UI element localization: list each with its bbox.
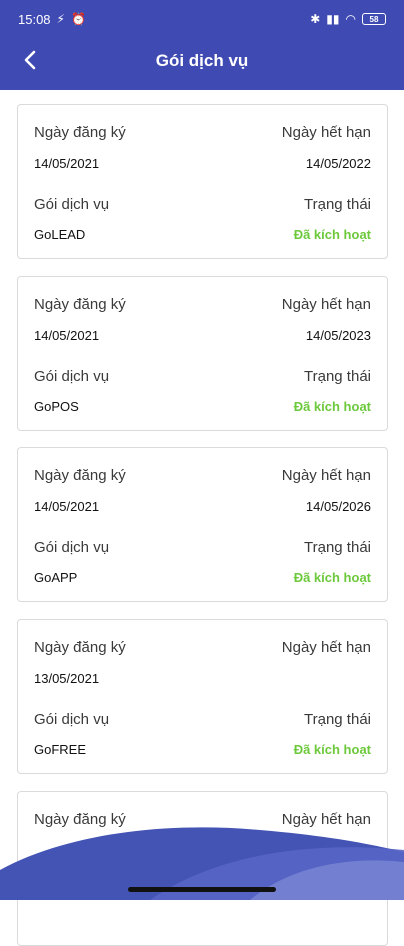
network-icon: ⚡ <box>56 12 65 26</box>
expiration-date-value: 14/05/2023 <box>305 328 371 343</box>
nav-bar: Gói dịch vụ <box>0 40 404 82</box>
registration-date-label: Ngày đăng ký <box>34 296 126 313</box>
home-indicator <box>128 887 276 892</box>
signal-icon: ▮▮ <box>326 12 340 26</box>
status-time: 15:08 <box>18 11 51 27</box>
service-package-value: GoFREE <box>34 742 87 757</box>
status-label: Trạng thái <box>304 368 371 385</box>
package-card[interactable]: Ngày đăng ký Ngày hết hạn 14/05/2021 14/… <box>17 276 388 431</box>
status-value: Đã kích hoạt <box>293 742 371 757</box>
registration-date-value: 13/05/2021 <box>34 671 100 686</box>
expiration-date-value: 14/05/2026 <box>305 499 371 514</box>
wifi-icon: ◠ <box>345 12 356 26</box>
expiration-date-label: Ngày hết hạn <box>281 639 371 656</box>
app-header: 15:08 ⚡ ⏰ ✱ ▮▮ ◠ 58 Gói dịch vụ <box>0 0 404 90</box>
service-package-label: Gói dịch vụ <box>34 368 110 385</box>
status-value: Đã kích hoạt <box>293 399 371 414</box>
service-package-value: GoPOS <box>34 399 79 414</box>
bluetooth-icon: ✱ <box>310 12 321 26</box>
status-bar: 15:08 ⚡ ⏰ ✱ ▮▮ ◠ 58 <box>0 0 404 38</box>
registration-date-value: 14/05/2021 <box>34 499 100 514</box>
service-package-label: Gói dịch vụ <box>34 196 110 213</box>
service-package-value: GoAPP <box>34 570 78 585</box>
service-package-label: Gói dịch vụ <box>34 539 110 556</box>
status-value: Đã kích hoạt <box>293 570 371 585</box>
expiration-date-value: 14/05/2022 <box>305 156 371 171</box>
page-title: Gói dịch vụ <box>155 51 249 70</box>
status-label: Trạng thái <box>304 196 371 213</box>
alarm-icon: ⏰ <box>70 12 86 26</box>
package-card[interactable]: Ngày đăng ký Ngày hết hạn 14/05/2021 14/… <box>17 447 388 602</box>
registration-date-label: Ngày đăng ký <box>34 124 126 141</box>
registration-date-value: 14/05/2021 <box>34 328 100 343</box>
service-package-label: Gói dịch vụ <box>34 711 110 728</box>
registration-date-value: 14/05/2021 <box>34 156 100 171</box>
back-button[interactable] <box>18 48 42 72</box>
expiration-date-label: Ngày hết hạn <box>281 467 371 484</box>
battery-icon: 58 <box>362 13 386 25</box>
registration-date-label: Ngày đăng ký <box>34 467 126 484</box>
status-value: Đã kích hoạt <box>293 227 371 242</box>
registration-date-label: Ngày đăng ký <box>34 639 126 656</box>
status-label: Trạng thái <box>304 711 371 728</box>
package-card[interactable]: Ngày đăng ký Ngày hết hạn 13/05/2021 Gói… <box>17 619 388 774</box>
package-card[interactable]: Ngày đăng ký Ngày hết hạn 14/05/2021 14/… <box>17 104 388 259</box>
battery-level: 58 <box>369 14 379 24</box>
chevron-left-icon <box>24 50 36 70</box>
expiration-date-label: Ngày hết hạn <box>281 296 371 313</box>
expiration-date-label: Ngày hết hạn <box>281 124 371 141</box>
status-label: Trạng thái <box>304 539 371 556</box>
service-package-value: GoLEAD <box>34 227 86 242</box>
